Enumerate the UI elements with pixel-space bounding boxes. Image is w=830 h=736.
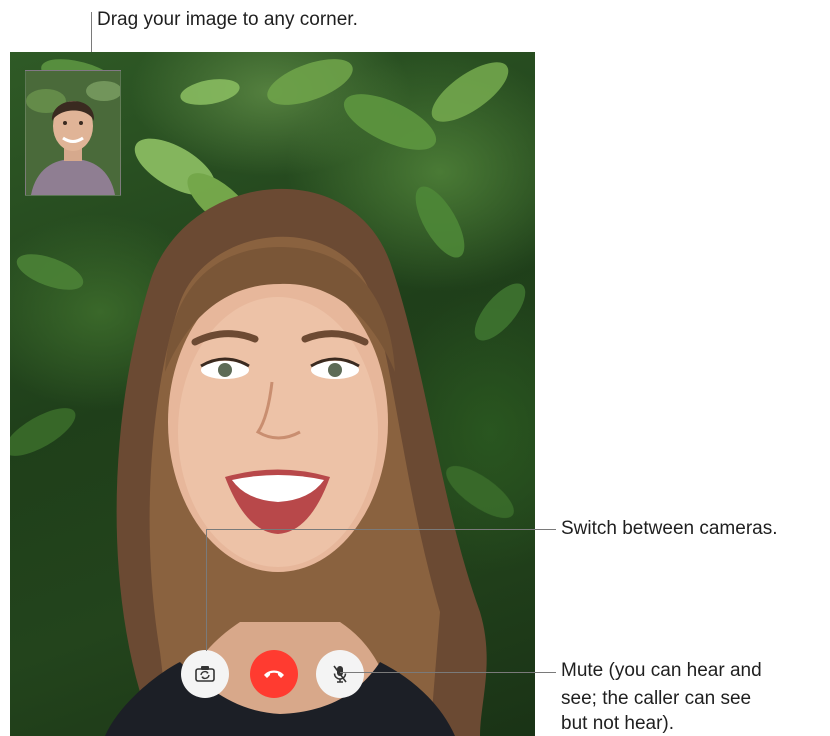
phone-hangup-icon [264,670,284,678]
callout-drag-pip: Drag your image to any corner. [97,9,358,30]
camera-switch-icon [195,666,215,682]
callout-mute-line-1: Mute (you can hear and [561,660,762,681]
microphone-slash-icon [333,665,347,683]
callout-mute-line-2: see; the caller can see [561,688,752,709]
facetime-video-view[interactable] [10,52,535,736]
end-call-button[interactable] [250,650,298,698]
leader-line-switch-cameras-h [206,529,556,530]
callout-mute-line-3: but not hear). [561,713,675,734]
self-view-pip[interactable] [25,70,121,196]
mute-button[interactable] [316,650,364,698]
self-view-video [26,71,120,195]
callout-switch-cameras: Switch between cameras. [561,518,778,539]
leader-line-mute [340,672,556,673]
leader-line-switch-cameras-v [206,529,207,651]
leader-line-drag-pip [91,12,92,52]
switch-camera-button[interactable] [181,650,229,698]
